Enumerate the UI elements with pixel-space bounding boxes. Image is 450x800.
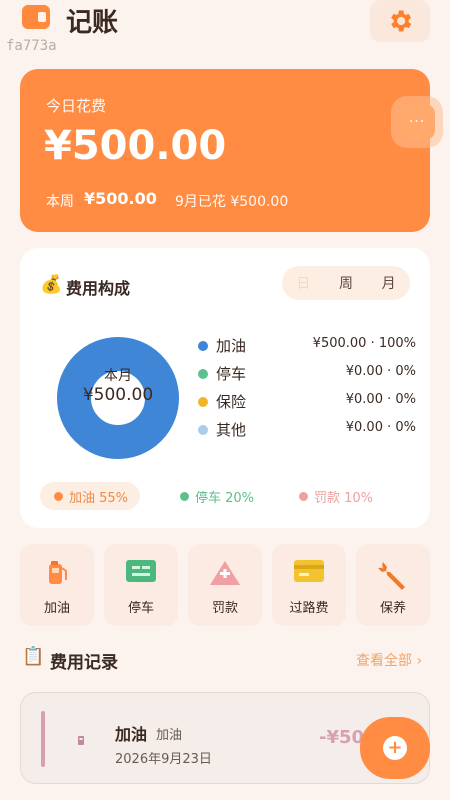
donut-center-value: ¥500.00: [82, 385, 154, 405]
warning-icon: [188, 560, 262, 586]
composition-title: 费用构成: [66, 279, 131, 298]
week-value: ¥500.00: [84, 189, 157, 208]
legend-name: 保险: [216, 393, 247, 411]
category-button-parking[interactable]: 停车: [104, 544, 178, 626]
legend-value: ¥500.00 · 100%: [312, 336, 416, 351]
category-button-fuel[interactable]: 加油: [20, 544, 94, 626]
category-label: 停车: [127, 601, 154, 616]
record-date: 2026年9月23日: [115, 752, 212, 767]
more-icon: ···: [399, 104, 435, 140]
add-record-button[interactable]: +: [360, 717, 430, 779]
category-label: 加油: [43, 601, 70, 616]
legend-value: ¥0.00 · 0%: [345, 420, 416, 435]
wallet-icon: [22, 5, 50, 29]
donut-center-label: 本月: [104, 368, 132, 384]
legend: 加油 ¥500.00 · 100% 停车 ¥0.00 · 0% 保险 ¥0.00…: [198, 333, 416, 445]
category-button-toll[interactable]: 过路费: [272, 544, 346, 626]
record-accent-bar: [41, 711, 45, 767]
pill-label: 罚款 10%: [314, 490, 374, 506]
parking-icon: [104, 560, 178, 586]
fuel-pump-icon: [77, 731, 87, 750]
legend-item: 停车 ¥0.00 · 0%: [198, 361, 416, 389]
record-name: 加油: [115, 725, 148, 744]
pill-dot: [54, 491, 63, 501]
share-pill-parking[interactable]: 停车 20%: [166, 482, 266, 510]
legend-name: 加油: [216, 337, 247, 355]
app-header: 记账 fa773a: [0, 0, 450, 54]
tab-day[interactable]: 日: [282, 273, 325, 293]
legend-value: ¥0.00 · 0%: [345, 364, 416, 379]
legend-dot: [198, 341, 208, 351]
expense-composition-card: 💰 费用构成 日 周 月 本月 ¥500.00 加油 ¥500.00 · 100…: [20, 248, 430, 528]
pill-label: 停车 20%: [195, 490, 255, 506]
category-button-fine[interactable]: 罚款: [188, 544, 262, 626]
today-spending-card: 今日花费 ¥500.00 本周 ¥500.00 9月已花 ¥500.00: [20, 69, 430, 232]
toll-card-icon: [272, 560, 346, 586]
category-label: 过路费: [289, 601, 329, 616]
records-title: 费用记录: [50, 653, 118, 673]
category-button-maintenance[interactable]: 保养: [356, 544, 430, 626]
today-amount: ¥500.00: [44, 123, 227, 169]
legend-item: 其他 ¥0.00 · 0%: [198, 417, 416, 445]
share-pill-fuel[interactable]: 加油 55%: [40, 482, 141, 510]
legend-dot: [198, 425, 208, 435]
week-label: 本周: [46, 194, 74, 210]
share-pill-fine[interactable]: 罚款 10%: [285, 482, 385, 510]
pill-dot: [299, 491, 308, 501]
legend-name: 其他: [216, 421, 247, 439]
legend-name: 停车: [216, 365, 247, 383]
view-all-link[interactable]: 查看全部 ›: [356, 650, 422, 670]
tab-month[interactable]: 月: [367, 273, 410, 293]
today-label: 今日花费: [46, 97, 107, 115]
donut-chart: 本月 ¥500.00: [57, 337, 179, 459]
app-title: 记账: [66, 8, 119, 38]
legend-item: 保险 ¥0.00 · 0%: [198, 389, 416, 417]
category-label: 保养: [379, 601, 406, 616]
debug-code: fa773a: [6, 38, 57, 54]
record-tag: 加油: [156, 728, 183, 743]
legend-item: 加油 ¥500.00 · 100%: [198, 333, 416, 361]
period-tabs: 日 周 月: [282, 266, 410, 300]
month-spent: 9月已花 ¥500.00: [175, 194, 289, 210]
legend-dot: [198, 369, 208, 379]
add-icon: +: [383, 736, 407, 760]
money-bag-icon: 💰: [40, 274, 63, 295]
legend-value: ¥0.00 · 0%: [345, 392, 416, 407]
legend-dot: [198, 397, 208, 407]
pill-dot: [180, 491, 189, 501]
tab-week[interactable]: 周: [325, 273, 368, 293]
clipboard-icon: 📋: [22, 646, 45, 667]
gear-icon: [391, 10, 412, 32]
pill-label: 加油 55%: [69, 490, 129, 506]
fuel-pump-icon: [20, 560, 94, 586]
settings-button[interactable]: [370, 0, 430, 42]
floating-more-button[interactable]: ···: [391, 96, 443, 148]
wrench-icon: [356, 560, 430, 590]
category-label: 罚款: [211, 601, 238, 616]
